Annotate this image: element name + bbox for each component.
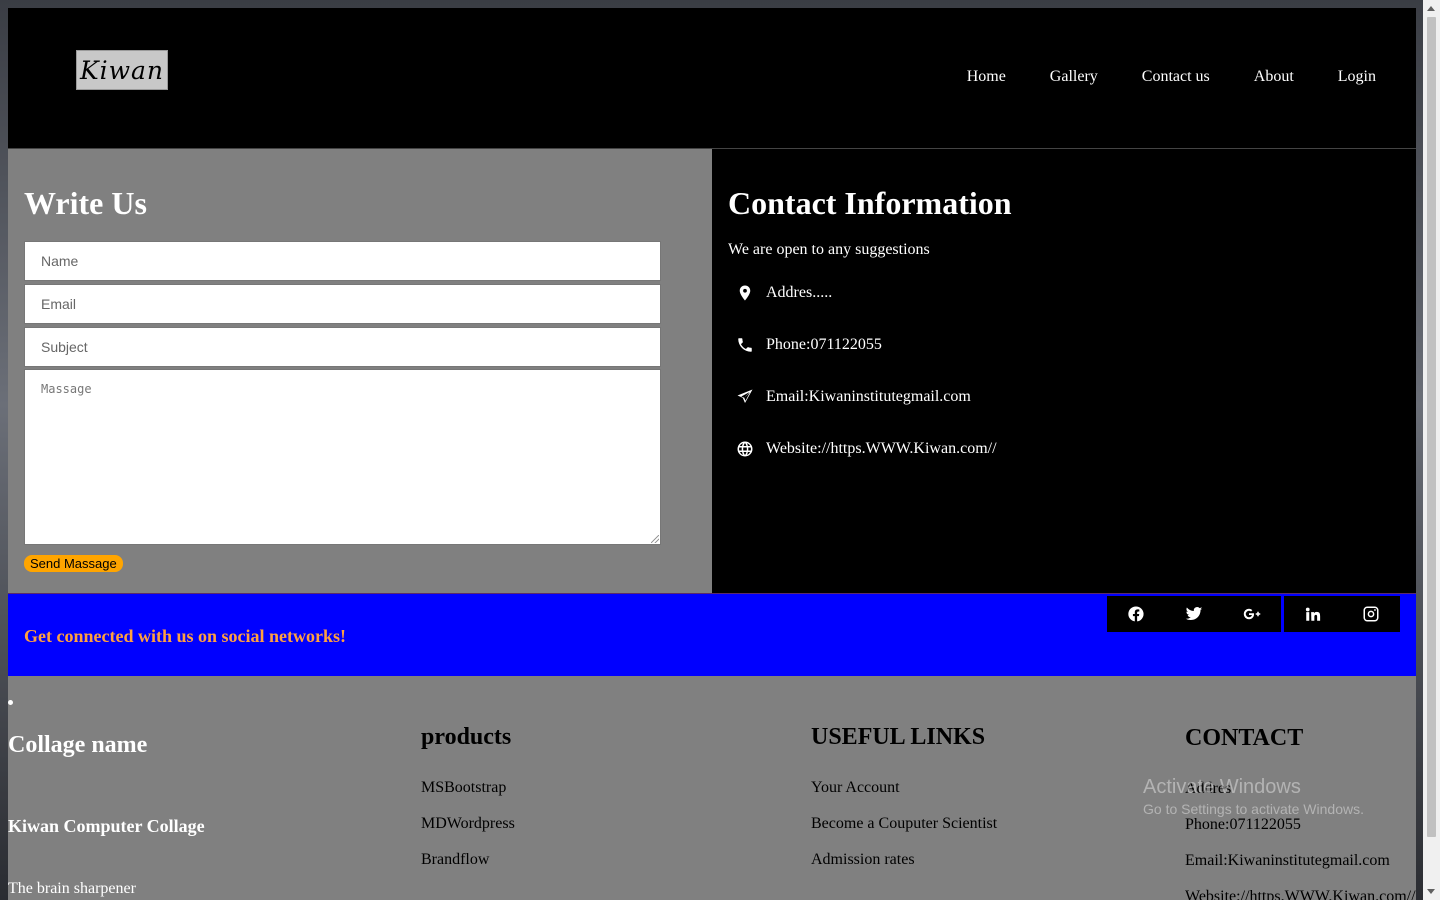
footer-contact-address: Addres xyxy=(1185,780,1232,797)
twitter-link[interactable] xyxy=(1165,596,1223,632)
social-icons xyxy=(1107,596,1400,632)
page: Kiwan Home Gallery Contact us About Logi… xyxy=(8,8,1416,900)
footer-contact-title: CONTACT xyxy=(1185,725,1304,751)
contact-address-row: Addres..... xyxy=(736,284,832,302)
footer-product-link[interactable]: MDWordpress xyxy=(421,815,515,851)
linkedin-icon xyxy=(1305,607,1321,621)
globe-icon xyxy=(737,441,753,457)
contact-phone-row: Phone:071122055 xyxy=(736,336,882,354)
social-bar: Get connected with us on social networks… xyxy=(8,593,1416,677)
social-tagline: Get connected with us on social networks… xyxy=(24,626,346,646)
footer-product-link[interactable]: Brandflow xyxy=(421,851,515,887)
site-header: Kiwan Home Gallery Contact us About Logi… xyxy=(8,8,1416,149)
google-plus-link[interactable] xyxy=(1223,596,1281,632)
footer-college-tagline: The brain sharpener xyxy=(8,880,136,897)
contact-phone: Phone:071122055 xyxy=(766,336,882,353)
contact-email: Email:Kiwaninstitutegmail.com xyxy=(766,388,971,405)
contact-website: Website://https.WWW.Kiwan.com// xyxy=(766,440,997,457)
subject-input[interactable]: Subject xyxy=(24,327,661,367)
footer-college-title: Collage name xyxy=(8,732,148,758)
contact-lead-text: We are open to any suggestions xyxy=(728,241,930,258)
message-textarea[interactable]: Massage xyxy=(24,369,661,545)
email-input[interactable]: Email xyxy=(24,284,661,324)
linkedin-link[interactable] xyxy=(1284,596,1342,632)
footer-college-column: Collage name Kiwan Computer Collage The … xyxy=(8,732,205,897)
footer-useful-link[interactable]: Admission rates xyxy=(811,851,997,887)
resize-handle-icon[interactable] xyxy=(651,535,659,543)
twitter-icon xyxy=(1185,607,1203,621)
nav-gallery[interactable]: Gallery xyxy=(1050,68,1098,86)
nav-contact-us[interactable]: Contact us xyxy=(1142,68,1210,86)
footer-useful-link[interactable]: Your Account xyxy=(811,779,997,815)
map-pin-icon xyxy=(739,285,751,301)
site-logo[interactable]: Kiwan xyxy=(76,50,168,90)
instagram-icon xyxy=(1363,606,1379,622)
footer-contact-phone: Phone:071122055 xyxy=(1185,816,1301,833)
vertical-scrollbar[interactable] xyxy=(1423,0,1440,900)
contact-website-row: Website://https.WWW.Kiwan.com// xyxy=(736,440,997,458)
send-icon xyxy=(737,389,753,403)
phone-icon xyxy=(738,338,752,352)
footer-contact-email: Email:Kiwaninstitutegmail.com xyxy=(1185,852,1390,869)
footer-contact-column: CONTACT Addres Phone:071122055 Email:Kiw… xyxy=(1185,725,1416,900)
contact-address: Addres..... xyxy=(766,284,833,301)
google-plus-icon xyxy=(1243,608,1261,620)
nav-about[interactable]: About xyxy=(1254,68,1294,86)
footer-links-column: USEFUL LINKS Your Account Become a Coupu… xyxy=(811,724,997,887)
main-nav: Home Gallery Contact us About Login xyxy=(923,68,1376,86)
footer-useful-link[interactable]: Become a Couputer Scientist xyxy=(811,815,997,851)
facebook-link[interactable] xyxy=(1107,596,1165,632)
footer-product-link[interactable]: MSBootstrap xyxy=(421,779,515,815)
instagram-link[interactable] xyxy=(1342,596,1400,632)
name-input[interactable]: Name xyxy=(24,241,661,281)
footer-products-column: products MSBootstrap MDWordpress Brandfl… xyxy=(421,724,515,887)
contact-information-section: Contact Information We are open to any s… xyxy=(712,149,1416,593)
contact-email-row: Email:Kiwaninstitutegmail.com xyxy=(736,388,971,406)
scroll-down-arrow-icon[interactable] xyxy=(1427,889,1435,894)
scrollbar-thumb[interactable] xyxy=(1427,17,1436,837)
write-us-title: Write Us xyxy=(24,185,147,221)
footer-contact-website: Website://https.WWW.Kiwan.com// xyxy=(1185,888,1416,900)
nav-login[interactable]: Login xyxy=(1338,68,1376,86)
send-message-button[interactable]: Send Massage xyxy=(24,555,123,572)
footer-products-title: products xyxy=(421,724,512,750)
write-us-section: Write Us Name Email Subject Massage Send… xyxy=(8,149,712,593)
footer-college-name: Kiwan Computer Collage xyxy=(8,816,205,836)
nav-home[interactable]: Home xyxy=(967,68,1006,86)
scroll-up-arrow-icon[interactable] xyxy=(1427,6,1435,11)
message-placeholder: Massage xyxy=(41,382,92,396)
list-bullet xyxy=(8,700,13,705)
site-footer: Collage name Kiwan Computer Collage The … xyxy=(8,676,1416,900)
contact-information-title: Contact Information xyxy=(728,185,1012,221)
footer-links-title: USEFUL LINKS xyxy=(811,724,986,750)
facebook-icon xyxy=(1128,606,1144,622)
